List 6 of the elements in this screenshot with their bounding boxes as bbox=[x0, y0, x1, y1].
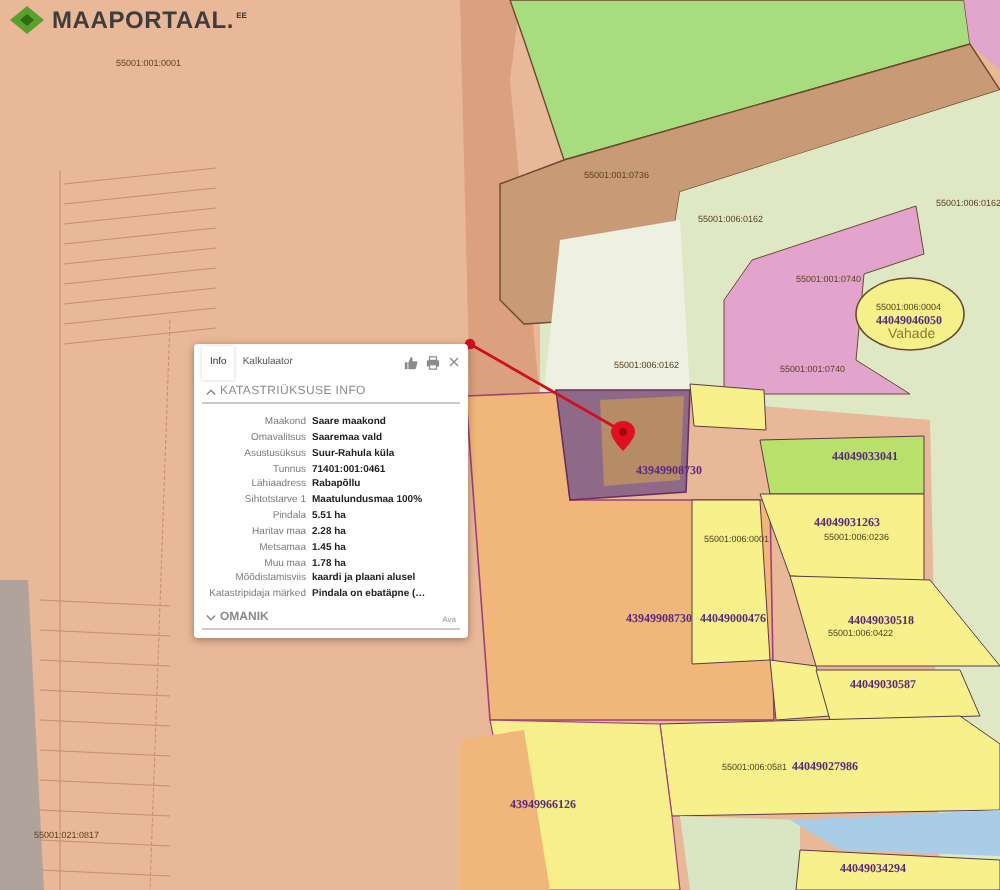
logo-text: MAAPORTAAL. bbox=[52, 6, 235, 34]
close-button[interactable] bbox=[448, 356, 460, 368]
location-pin-icon bbox=[610, 420, 636, 452]
print-button[interactable] bbox=[426, 355, 440, 369]
like-button[interactable] bbox=[404, 355, 418, 369]
logo-icon bbox=[10, 6, 44, 34]
